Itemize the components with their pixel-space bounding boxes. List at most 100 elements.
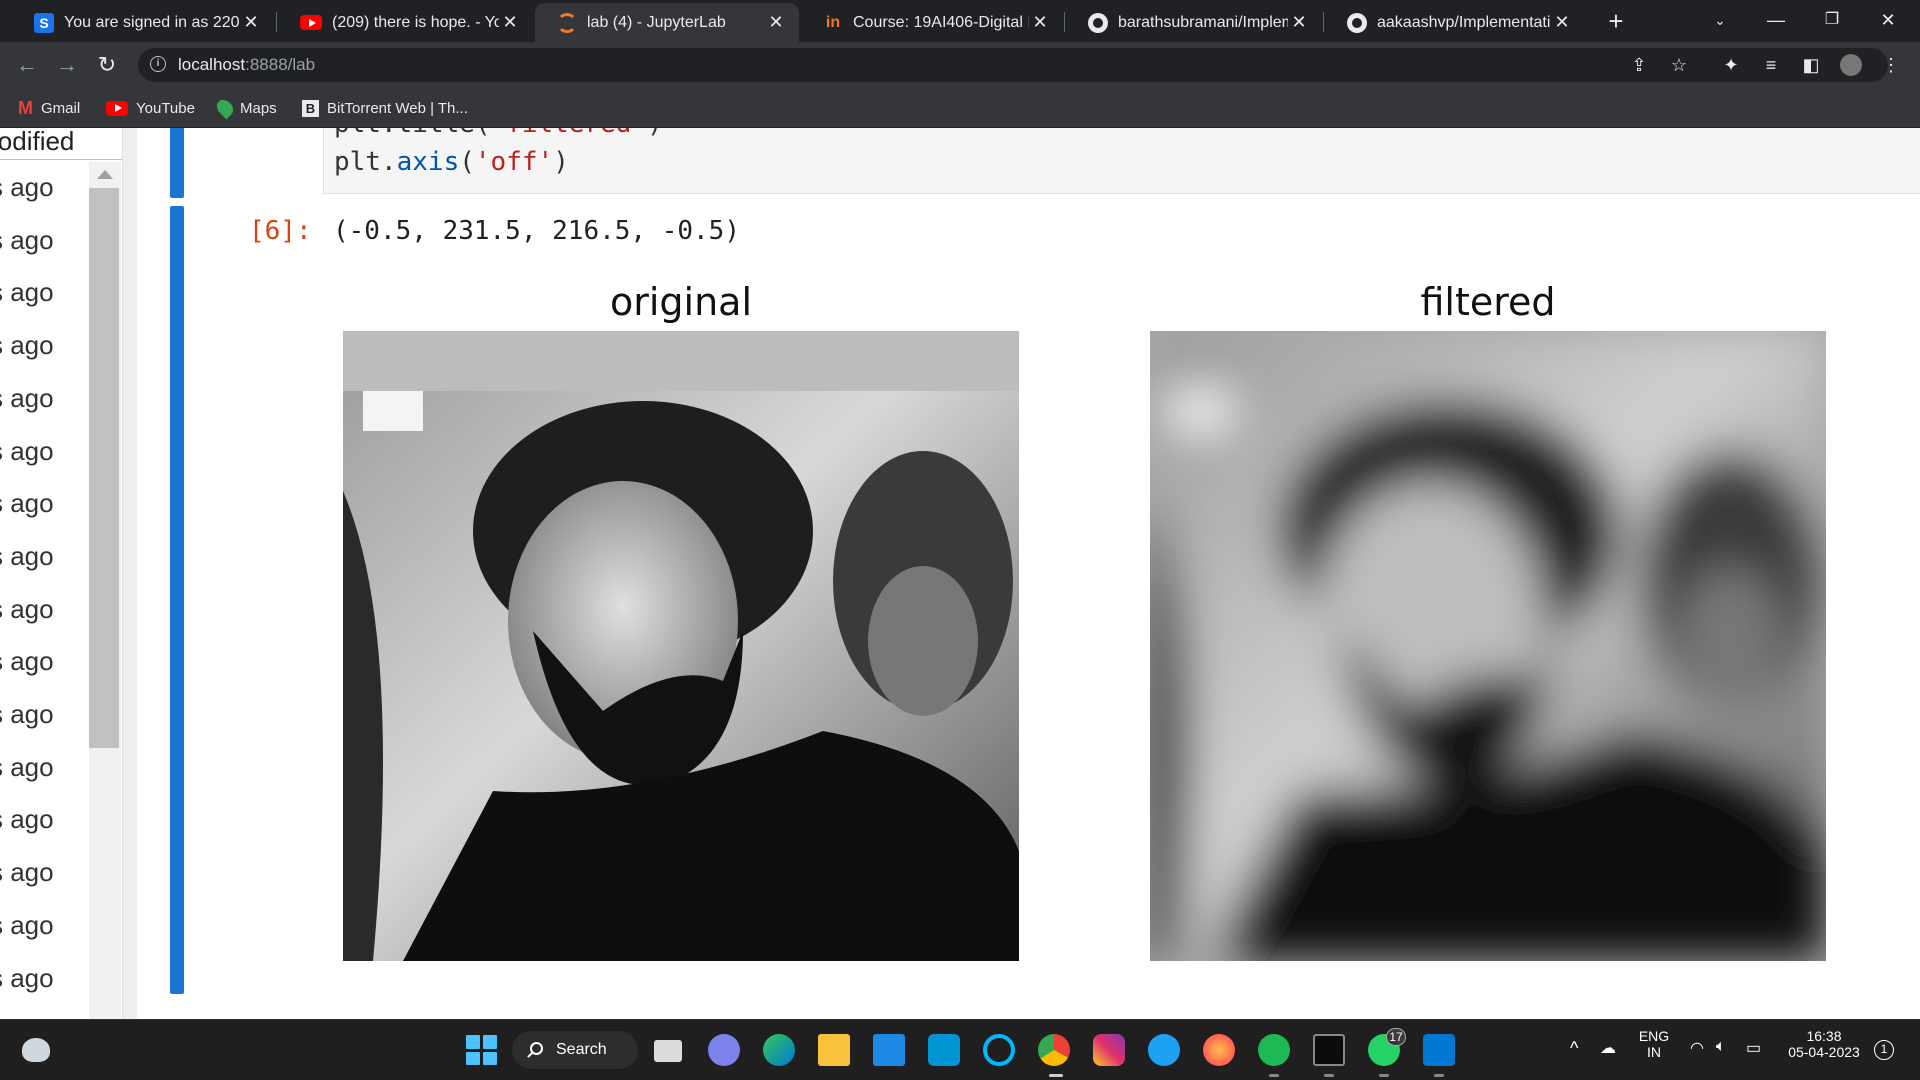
file-browser-scrollbar[interactable] xyxy=(89,162,121,1019)
tab-course[interactable]: in Course: 19AI406-Digital Image ✕ xyxy=(801,3,1063,42)
file-modified-cell[interactable]: s ago xyxy=(0,963,54,994)
onedrive-cloud-icon[interactable]: ☁ xyxy=(1600,1038,1616,1058)
file-modified-cell[interactable]: s ago xyxy=(0,488,54,519)
back-arrow-icon[interactable]: ← xyxy=(12,50,42,80)
chrome-icon[interactable] xyxy=(1038,1034,1070,1066)
file-modified-cell[interactable]: s ago xyxy=(0,646,54,677)
vscode-icon[interactable] xyxy=(1423,1034,1455,1066)
tab-youtube[interactable]: (209) there is hope. - YouTube ✕ xyxy=(278,3,533,42)
firefox-icon[interactable] xyxy=(1203,1034,1235,1066)
github-favicon-icon xyxy=(1347,12,1367,33)
search-icon xyxy=(530,1042,543,1055)
scrollbar-thumb[interactable] xyxy=(89,188,119,748)
browser-tab-strip: S You are signed in as 220080 ✕ (209) th… xyxy=(0,0,1920,42)
extensions-puzzle-icon[interactable]: ✦ xyxy=(1720,54,1742,76)
bookmark-maps[interactable]: Maps xyxy=(213,96,277,120)
file-modified-cell[interactable]: s ago xyxy=(0,277,54,308)
reload-icon[interactable]: ↻ xyxy=(92,50,122,80)
tab-title: You are signed in as 220080 xyxy=(64,13,240,31)
file-modified-cell[interactable]: s ago xyxy=(0,910,54,941)
tab-signed-in[interactable]: S You are signed in as 220080 ✕ xyxy=(12,3,274,42)
language-indicator[interactable]: ENG IN xyxy=(1636,1028,1672,1060)
address-bar[interactable]: i localhost:8888/lab ⇪ ☆ xyxy=(138,48,1888,82)
file-modified-cell[interactable]: s ago xyxy=(0,594,54,625)
myhp-app-icon[interactable] xyxy=(928,1034,960,1066)
close-icon[interactable]: ✕ xyxy=(240,12,262,33)
restore-button[interactable]: ❐ xyxy=(1804,0,1860,40)
file-modified-cell[interactable]: s ago xyxy=(0,436,54,467)
mail-icon[interactable] xyxy=(873,1034,905,1066)
code-cell-input[interactable]: plt.title('filtered') plt.axis('off') xyxy=(323,128,1920,194)
file-modified-cell[interactable]: s ago xyxy=(0,857,54,888)
tab-jupyterlab[interactable]: lab (4) - JupyterLab ✕ xyxy=(535,3,799,42)
file-modified-cell[interactable]: s ago xyxy=(0,225,54,256)
twitter-icon[interactable] xyxy=(1148,1034,1180,1066)
url-host: localhost xyxy=(178,55,246,74)
tab-title: Course: 19AI406-Digital Image xyxy=(853,13,1029,31)
tab-github-barath[interactable]: barathsubramani/Implementation ✕ xyxy=(1066,3,1322,42)
tab-search-chevron-icon[interactable]: ⌄ xyxy=(1692,0,1748,40)
bookmark-bittorrent[interactable]: B BitTorrent Web | Th... xyxy=(302,98,468,118)
file-modified-cell[interactable]: s ago xyxy=(0,752,54,783)
wifi-icon[interactable]: ◠ xyxy=(1690,1038,1704,1058)
file-modified-cell[interactable]: s ago xyxy=(0,541,54,572)
show-hidden-icons-chevron-icon[interactable]: ^ xyxy=(1570,1038,1578,1059)
browser-toolbar: ← → ↻ i localhost:8888/lab ⇪ ☆ ✦ ≡ ◧ ⋮ xyxy=(0,42,1920,88)
media-queue-icon[interactable]: ≡ xyxy=(1760,54,1782,76)
tab-title: (209) there is hope. - YouTube xyxy=(332,13,499,31)
bookmark-youtube[interactable]: YouTube xyxy=(106,98,195,118)
bookmark-label: BitTorrent Web | Th... xyxy=(327,99,468,117)
lang-line1: ENG xyxy=(1638,1028,1670,1044)
course-favicon-icon: in xyxy=(825,13,841,31)
teams-chat-icon[interactable] xyxy=(708,1034,740,1066)
output-cell-collapser[interactable] xyxy=(170,206,184,994)
clock-time: 16:38 xyxy=(1806,1028,1842,1044)
edge-browser-icon[interactable] xyxy=(763,1034,795,1066)
instagram-icon[interactable] xyxy=(1093,1034,1125,1066)
file-modified-cell[interactable]: s ago xyxy=(0,172,54,203)
bookmark-star-icon[interactable]: ☆ xyxy=(1668,54,1690,76)
bookmark-label: Gmail xyxy=(41,99,81,117)
url-path: :8888/lab xyxy=(245,55,316,74)
file-modified-cell[interactable]: s ago xyxy=(0,383,54,414)
file-modified-cell[interactable]: s ago xyxy=(0,804,54,835)
bookmark-gmail[interactable]: M Gmail xyxy=(18,98,80,118)
tab-github-aakaash[interactable]: aakaashvp/Implementation ✕ xyxy=(1325,3,1585,42)
panel-splitter[interactable] xyxy=(123,128,137,1019)
scroll-up-arrow-icon[interactable] xyxy=(97,170,113,179)
cortana-icon[interactable] xyxy=(983,1034,1015,1066)
file-modified-cell[interactable]: s ago xyxy=(0,330,54,361)
last-modified-column-header[interactable]: lodified xyxy=(0,128,122,160)
close-icon[interactable]: ✕ xyxy=(765,12,787,33)
close-icon[interactable]: ✕ xyxy=(1551,12,1573,33)
code-cell-collapser[interactable] xyxy=(170,128,184,198)
notification-center-badge[interactable]: 1 xyxy=(1874,1040,1894,1060)
battery-icon[interactable]: ▭ xyxy=(1746,1038,1761,1058)
terminal-icon[interactable] xyxy=(1313,1034,1345,1066)
profile-avatar[interactable] xyxy=(1840,54,1862,76)
tab-title: lab (4) - JupyterLab xyxy=(587,13,726,31)
taskbar-search-button[interactable]: Search xyxy=(512,1031,638,1069)
new-tab-button[interactable]: + xyxy=(1600,6,1632,38)
jupyterlab-workspace: lodified s ago s ago s ago s ago s ago s ago s… xyxy=(0,128,1920,1019)
close-window-button[interactable]: ✕ xyxy=(1860,0,1916,40)
start-button[interactable] xyxy=(465,1034,497,1066)
share-icon[interactable]: ⇪ xyxy=(1628,54,1650,76)
tab-separator xyxy=(276,12,277,32)
spotify-icon[interactable] xyxy=(1258,1034,1290,1066)
close-icon[interactable]: ✕ xyxy=(1288,12,1310,33)
weather-widget-icon[interactable] xyxy=(22,1038,50,1062)
site-info-icon[interactable]: i xyxy=(150,56,166,72)
minimize-button[interactable]: — xyxy=(1748,0,1804,40)
file-explorer-icon[interactable] xyxy=(818,1034,850,1066)
menu-kebab-icon[interactable]: ⋮ xyxy=(1880,54,1902,76)
task-view-icon[interactable] xyxy=(654,1040,682,1062)
forward-arrow-icon[interactable]: → xyxy=(52,50,82,80)
clock[interactable]: 16:38 05-04-2023 xyxy=(1782,1028,1866,1060)
running-app-indicator xyxy=(1324,1074,1334,1077)
close-icon[interactable]: ✕ xyxy=(1029,12,1051,33)
side-panel-icon[interactable]: ◧ xyxy=(1800,54,1822,76)
close-icon[interactable]: ✕ xyxy=(499,12,521,33)
volume-icon[interactable]: 🔈︎ xyxy=(1716,1038,1726,1056)
file-modified-cell[interactable]: s ago xyxy=(0,699,54,730)
